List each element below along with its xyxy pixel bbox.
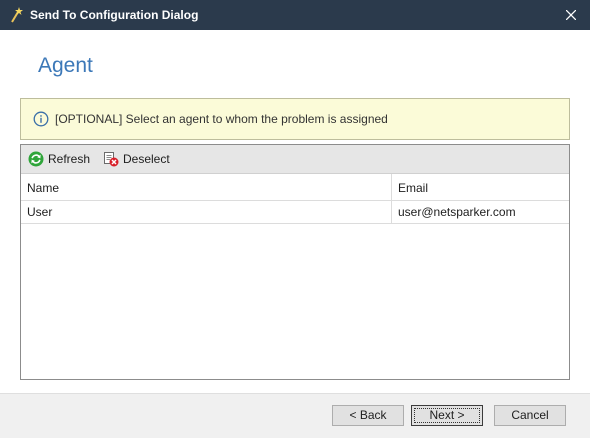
wand-icon [11,7,23,23]
deselect-label: Deselect [123,152,170,166]
column-header-name[interactable]: Name [21,174,392,200]
refresh-button[interactable]: Refresh [28,149,92,169]
cell-email: user@netsparker.com [392,201,569,223]
info-icon [33,111,49,127]
close-icon [566,10,576,20]
refresh-label: Refresh [48,152,91,166]
table-row[interactable]: User user@netsparker.com [21,201,569,224]
refresh-icon [28,151,44,167]
title-bar: Send To Configuration Dialog [0,0,590,30]
page-title: Agent [38,54,93,77]
agent-grid: Refresh Deselect Name Email User user@ne… [20,144,570,380]
window-title: Send To Configuration Dialog [30,8,199,22]
info-text: [OPTIONAL] Select an agent to whom the p… [55,112,388,126]
column-header-email[interactable]: Email [392,174,569,200]
deselect-icon [104,152,119,167]
cancel-button[interactable]: Cancel [494,405,566,426]
cell-name-text: User [27,205,53,219]
column-header-email-label: Email [398,181,429,195]
next-button[interactable]: Next > [411,405,483,426]
column-header-name-label: Name [27,181,60,195]
grid-toolbar: Refresh Deselect [21,145,569,174]
dialog-window: Send To Configuration Dialog Agent [OPTI… [0,0,590,438]
dialog-footer: < Back Next > Cancel [0,393,590,438]
column-header-row: Name Email [21,174,569,201]
close-button[interactable] [552,0,590,30]
cell-name: User [21,201,392,223]
back-button[interactable]: < Back [332,405,404,426]
info-banner: [OPTIONAL] Select an agent to whom the p… [20,98,570,140]
cell-email-text: user@netsparker.com [398,205,516,219]
deselect-button[interactable]: Deselect [103,149,173,169]
